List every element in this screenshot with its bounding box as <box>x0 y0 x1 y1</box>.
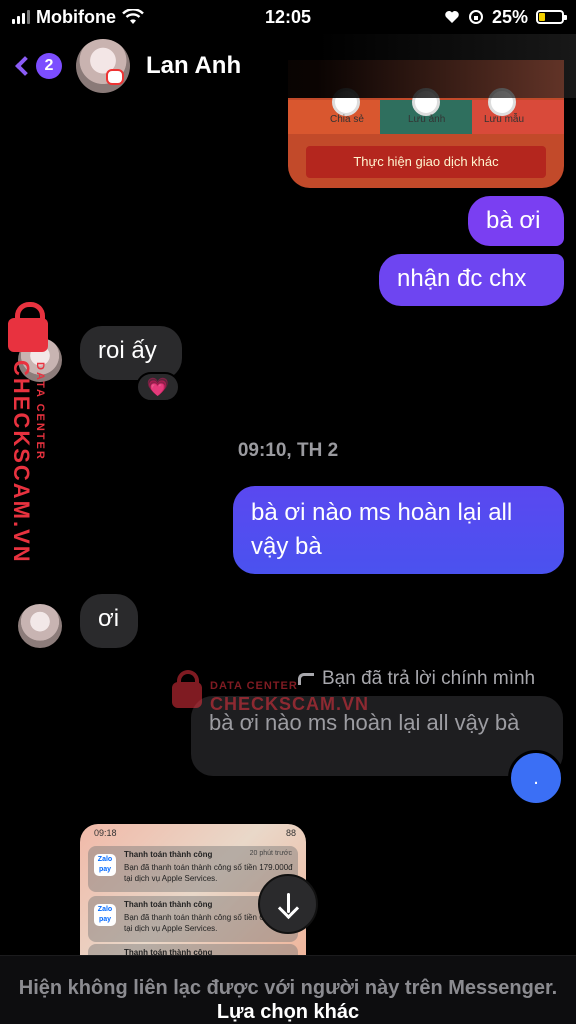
screenshot-status: 09:18 88 <box>94 828 296 838</box>
reply-indicator: Bạn đã trả lời chính mình <box>298 668 535 690</box>
orientation-lock-icon <box>468 10 483 24</box>
heart-reaction[interactable]: 💗 <box>136 372 180 402</box>
watermark-brand: CHECKSCAM.VN <box>9 360 34 564</box>
screenshot-time: 09:18 <box>94 828 117 838</box>
notification-title: Thanh toán thành công <box>124 850 213 859</box>
contact-name[interactable]: Lan Anh <box>146 52 241 80</box>
zalopay-logo: Zalo pay <box>94 904 116 926</box>
reply-note-text: Bạn đã trả lời chính mình <box>322 668 536 689</box>
unavailable-text: Hiện không liên lạc được với người này t… <box>18 977 558 999</box>
lock-watermark-icon <box>172 670 202 708</box>
carrier-name: Mobifone <box>36 6 116 27</box>
signal-icon <box>12 10 30 24</box>
reply-icon <box>298 673 314 685</box>
share-label: Chia sẻ <box>330 114 364 125</box>
notification-time: 20 phút trước <box>249 850 292 857</box>
message-outgoing[interactable]: . <box>508 750 564 806</box>
chat-header: 2 Lan Anh <box>0 34 576 98</box>
save-image-label: Lưu ảnh <box>408 114 446 125</box>
message-outgoing[interactable]: bà ơi <box>468 196 564 246</box>
chevron-left-icon <box>15 56 35 76</box>
lock-watermark-icon <box>8 302 48 352</box>
status-left: Mobifone <box>12 7 212 28</box>
zalopay-logo: Zalo pay <box>94 854 116 876</box>
status-right: 25% <box>364 6 567 28</box>
battery-percent: 25% <box>491 6 528 27</box>
contact-avatar-small[interactable] <box>18 604 62 648</box>
contact-avatar[interactable] <box>76 39 130 93</box>
message-incoming[interactable]: ơi <box>80 594 138 648</box>
arrow-down-icon <box>280 893 296 915</box>
message-timestamp: 09:10, TH 2 <box>237 440 339 461</box>
unread-badge: 2 <box>36 53 62 79</box>
heart-icon <box>445 11 459 23</box>
unavailable-notice: Hiện không liên lạc được với người này t… <box>0 955 576 1024</box>
wifi-icon <box>122 9 144 24</box>
status-bar: Mobifone 12:05 25% <box>0 0 576 34</box>
watermark-sub: DATA CENTER <box>34 362 46 461</box>
scroll-to-bottom-button[interactable] <box>258 874 318 934</box>
other-options-link[interactable]: Lựa chọn khác <box>217 1001 359 1023</box>
back-button[interactable]: 2 <box>12 53 62 79</box>
message-outgoing[interactable]: bà ơi nào ms hoàn lại all vậy bà <box>233 486 564 574</box>
status-time: 12:05 <box>264 6 312 27</box>
screenshot-battery: 88 <box>285 828 296 838</box>
other-transaction-button: Thực hiện giao dịch khác <box>306 146 546 178</box>
save-template-label: Lưu mẫu <box>484 114 525 125</box>
battery-icon <box>536 10 567 24</box>
watermark-sub: DATA CENTER <box>210 680 298 692</box>
notification-title: Thanh toán thành công <box>124 900 213 909</box>
message-outgoing[interactable]: nhận đc chx <box>379 254 564 306</box>
watermark-brand: CHECKSCAM.VN <box>210 694 370 714</box>
